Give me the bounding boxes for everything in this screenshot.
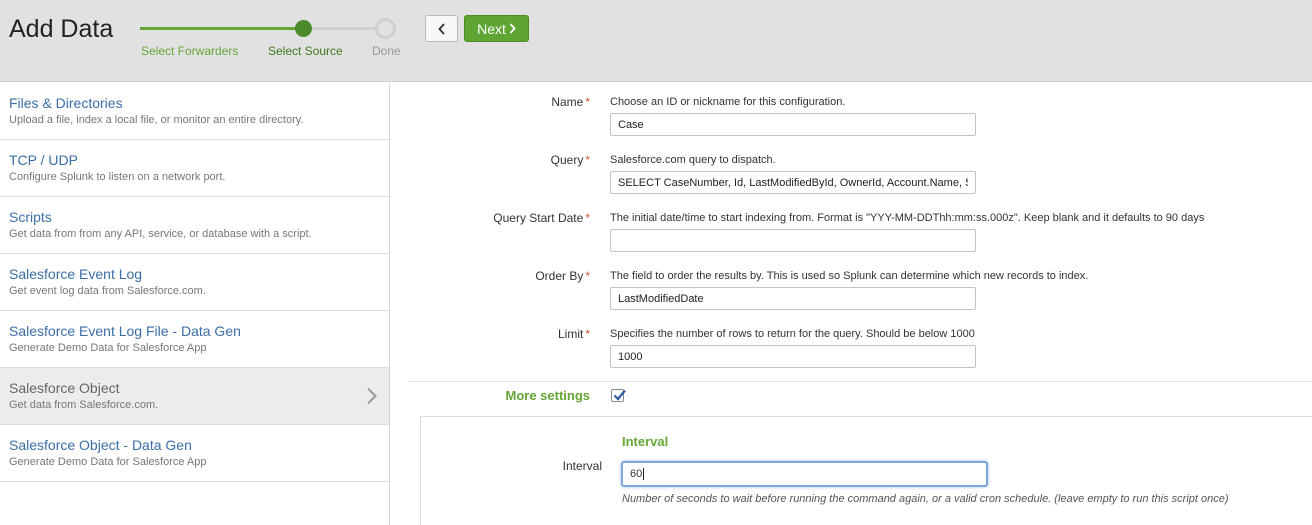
- more-settings-label: More settings: [505, 388, 590, 403]
- limit-help: Specifies the number of rows to return f…: [610, 328, 975, 340]
- header: Add Data Select Forwarders Select Source…: [0, 0, 1312, 82]
- progress-line-pending: [304, 27, 384, 30]
- step-select-forwarders: Select Forwarders: [141, 44, 239, 58]
- interval-value: 60: [630, 468, 643, 480]
- source-salesforce-event-log[interactable]: Salesforce Event Log Get event log data …: [0, 254, 389, 311]
- order-by-input[interactable]: [610, 287, 976, 310]
- source-salesforce-event-log-file-data-gen[interactable]: Salesforce Event Log File - Data Gen Gen…: [0, 311, 389, 368]
- progress-line-complete: [140, 27, 304, 30]
- name-label: Name *: [391, 95, 590, 109]
- source-description: Upload a file, index a local file, or mo…: [9, 114, 304, 126]
- source-description: Get data from Salesforce.com.: [9, 399, 159, 411]
- source-description: Configure Splunk to listen on a network …: [9, 171, 226, 183]
- order-by-help: The field to order the results by. This …: [610, 270, 1089, 282]
- configuration-form: Name * Choose an ID or nickname for this …: [391, 83, 1312, 525]
- source-description: Get event log data from Salesforce.com.: [9, 285, 206, 297]
- step-done: Done: [372, 44, 401, 58]
- chevron-left-icon: [437, 22, 445, 35]
- step-select-source: Select Source: [268, 44, 343, 58]
- next-button[interactable]: Next: [464, 15, 529, 42]
- query-input[interactable]: [610, 171, 976, 194]
- source-title: Scripts: [9, 209, 52, 225]
- source-scripts[interactable]: Scripts Get data from from any API, serv…: [0, 197, 389, 254]
- source-title: Salesforce Object - Data Gen: [9, 437, 192, 453]
- source-title: Files & Directories: [9, 95, 123, 111]
- chevron-right-icon: [367, 387, 377, 405]
- chevron-right-icon: [509, 23, 516, 34]
- source-type-list: Files & Directories Upload a file, index…: [0, 83, 390, 525]
- query-start-date-help: The initial date/time to start indexing …: [610, 212, 1205, 224]
- progress-steps: Select Forwarders Select Source Done: [138, 16, 408, 66]
- source-salesforce-object-data-gen[interactable]: Salesforce Object - Data Gen Generate De…: [0, 425, 389, 482]
- order-by-label: Order By *: [391, 269, 590, 283]
- name-input[interactable]: [610, 113, 976, 136]
- required-mark: *: [585, 211, 590, 225]
- step-current-dot: [295, 20, 312, 37]
- limit-input[interactable]: [610, 345, 976, 368]
- source-tcp-udp[interactable]: TCP / UDP Configure Splunk to listen on …: [0, 140, 389, 197]
- text-caret: [643, 468, 645, 481]
- source-title: Salesforce Event Log File - Data Gen: [9, 323, 241, 339]
- back-button[interactable]: [425, 15, 458, 42]
- page-title: Add Data: [9, 15, 114, 43]
- query-start-date-label: Query Start Date *: [391, 211, 590, 225]
- more-settings-checkbox[interactable]: [611, 389, 626, 402]
- limit-label: Limit *: [391, 327, 590, 341]
- source-salesforce-object[interactable]: Salesforce Object Get data from Salesfor…: [0, 368, 389, 425]
- source-description: Generate Demo Data for Salesforce App: [9, 342, 207, 354]
- interval-label: Interval: [562, 459, 602, 473]
- source-title: Salesforce Event Log: [9, 266, 143, 282]
- interval-input[interactable]: 60: [621, 461, 988, 487]
- query-label: Query *: [391, 153, 590, 167]
- limit-label-text: Limit: [557, 327, 584, 341]
- section-divider: [408, 381, 1312, 382]
- query-start-date-input[interactable]: [610, 229, 976, 252]
- source-files-directories[interactable]: Files & Directories Upload a file, index…: [0, 83, 389, 140]
- interval-help: Number of seconds to wait before running…: [622, 493, 1229, 505]
- source-description: Generate Demo Data for Salesforce App: [9, 456, 207, 468]
- source-title: TCP / UDP: [9, 152, 78, 168]
- required-mark: *: [585, 327, 590, 341]
- query-help: Salesforce.com query to dispatch.: [610, 154, 776, 166]
- required-mark: *: [585, 269, 590, 283]
- required-mark: *: [585, 153, 590, 167]
- name-help: Choose an ID or nickname for this config…: [610, 96, 846, 108]
- source-description: Get data from from any API, service, or …: [9, 228, 312, 240]
- next-button-label: Next: [477, 20, 506, 37]
- step-pending-dot: [375, 18, 396, 39]
- query-label-text: Query: [550, 153, 584, 167]
- name-label-text: Name: [551, 95, 584, 109]
- required-mark: *: [585, 95, 590, 109]
- query-start-date-label-text: Query Start Date: [493, 211, 584, 225]
- interval-heading: Interval: [622, 434, 669, 449]
- order-by-label-text: Order By: [535, 269, 584, 283]
- source-title: Salesforce Object: [9, 380, 120, 396]
- more-settings-panel: Interval Interval 60 Number of seconds t…: [420, 416, 1312, 525]
- checkmark-icon: [613, 389, 626, 401]
